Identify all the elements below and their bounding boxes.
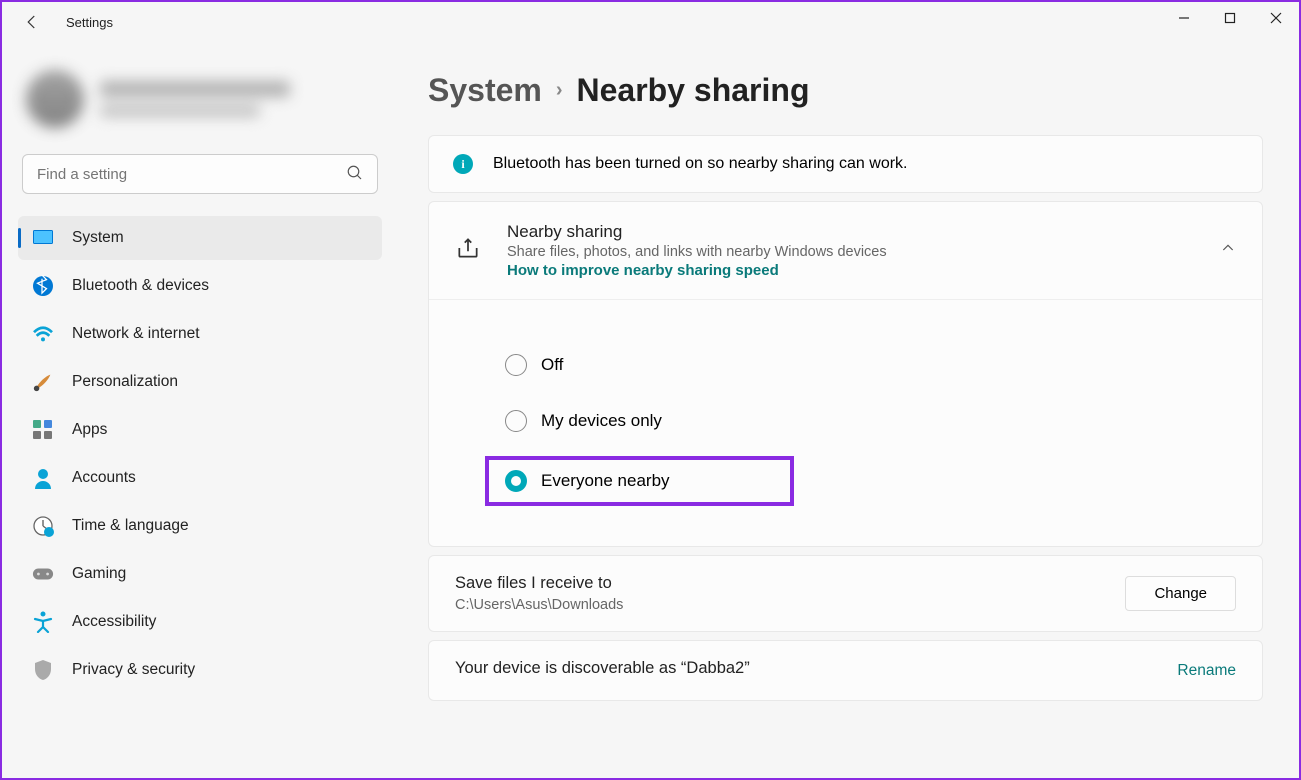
sidebar-item-label: Gaming [72,565,126,583]
expander-title: Nearby sharing [507,222,1220,242]
search-icon [346,164,364,187]
apps-icon [32,419,54,441]
sidebar-item-gaming[interactable]: Gaming [18,552,382,596]
sidebar-item-label: Time & language [72,517,189,535]
discoverable-text: Your device is discoverable as “Dabba2” [455,659,1177,678]
share-icon [455,235,481,266]
radio-icon-checked [505,470,527,492]
sidebar-item-label: System [72,229,124,247]
radio-my-devices[interactable]: My devices only [505,400,1222,442]
improve-speed-link[interactable]: How to improve nearby sharing speed [507,262,1220,279]
sidebar-item-label: Apps [72,421,107,439]
search-input[interactable] [22,154,378,194]
profile-block[interactable] [16,60,384,148]
expander-header[interactable]: Nearby sharing Share files, photos, and … [429,202,1262,299]
gamepad-icon [32,563,54,585]
sidebar-item-apps[interactable]: Apps [18,408,382,452]
sidebar-item-label: Network & internet [72,325,200,343]
shield-icon [32,659,54,681]
change-button[interactable]: Change [1125,576,1236,611]
accessibility-icon [32,611,54,633]
breadcrumb-parent[interactable]: System [428,72,542,109]
rename-link[interactable]: Rename [1177,662,1236,680]
sharing-mode-radios: Off My devices only Everyone nearby [429,299,1262,546]
discoverable-row: Your device is discoverable as “Dabba2” … [428,640,1263,701]
save-location-row: Save files I receive to C:\Users\Asus\Do… [428,555,1263,632]
breadcrumb: System › Nearby sharing [428,72,1263,109]
sidebar: System Bluetooth & devices Network & int… [2,42,392,778]
radio-everyone[interactable]: Everyone nearby [505,470,670,492]
radio-label: Everyone nearby [541,471,670,491]
nav-list: System Bluetooth & devices Network & int… [16,212,384,778]
radio-off[interactable]: Off [505,344,1222,386]
banner-text: Bluetooth has been turned on so nearby s… [493,155,908,173]
sidebar-item-label: Accounts [72,469,136,487]
save-title: Save files I receive to [455,574,1125,593]
maximize-button[interactable] [1207,2,1253,34]
brush-icon [32,371,54,393]
page-title: Nearby sharing [577,72,810,109]
radio-icon [505,354,527,376]
chevron-right-icon: › [556,79,563,102]
sidebar-item-accounts[interactable]: Accounts [18,456,382,500]
radio-label: My devices only [541,411,662,431]
bluetooth-icon [32,275,54,297]
wifi-icon [32,323,54,345]
expander-subtitle: Share files, photos, and links with near… [507,244,1220,260]
minimize-button[interactable] [1161,2,1207,34]
nearby-sharing-card: Nearby sharing Share files, photos, and … [428,201,1263,547]
person-icon [32,467,54,489]
close-button[interactable] [1253,2,1299,34]
sidebar-item-privacy[interactable]: Privacy & security [18,648,382,692]
system-icon [32,227,54,249]
sidebar-item-bluetooth[interactable]: Bluetooth & devices [18,264,382,308]
clock-icon [32,515,54,537]
sidebar-item-label: Privacy & security [72,661,195,679]
avatar [26,70,84,128]
radio-icon [505,410,527,432]
sidebar-item-label: Personalization [72,373,178,391]
info-icon: i [453,154,473,174]
sidebar-item-label: Accessibility [72,613,156,631]
content-area: System › Nearby sharing i Bluetooth has … [392,42,1299,778]
sidebar-item-accessibility[interactable]: Accessibility [18,600,382,644]
save-path: C:\Users\Asus\Downloads [455,597,1125,613]
info-banner: i Bluetooth has been turned on so nearby… [428,135,1263,193]
radio-label: Off [541,355,563,375]
sidebar-item-network[interactable]: Network & internet [18,312,382,356]
window-title: Settings [66,15,113,30]
sidebar-item-personalization[interactable]: Personalization [18,360,382,404]
chevron-up-icon [1220,240,1236,261]
back-button[interactable] [22,12,42,32]
sidebar-item-system[interactable]: System [18,216,382,260]
sidebar-item-label: Bluetooth & devices [72,277,209,295]
sidebar-item-time[interactable]: Time & language [18,504,382,548]
highlighted-selection: Everyone nearby [485,456,794,506]
